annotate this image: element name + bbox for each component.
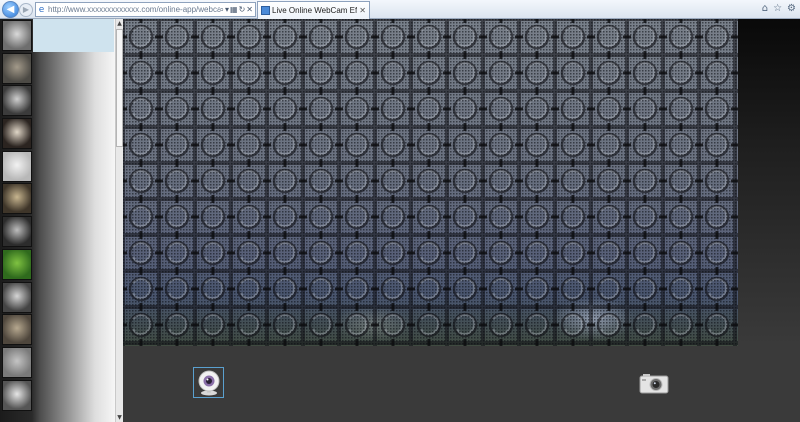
effect-thumbnail-green[interactable] [2, 248, 32, 280]
browser-toolbar: ◀ ▶ e http://www.xxxxxxxxxxxxx.com/onlin… [0, 0, 800, 19]
effect-thumbnail-stripes[interactable] [2, 118, 32, 150]
scroll-down-icon[interactable]: ▼ [116, 413, 123, 422]
effect-thumbnail-koala-mono[interactable] [2, 281, 32, 313]
effect-thumbnail-koala-blur[interactable] [2, 314, 32, 346]
effect-thumbnail-spiral[interactable] [2, 85, 32, 117]
effect-thumbnail-list [2, 20, 32, 412]
site-icon: e [38, 4, 45, 15]
effect-thumbnail-koala-dark[interactable] [2, 216, 32, 248]
tab-close-icon[interactable]: ✕ [359, 6, 366, 15]
effect-thumbnail-koala-texture[interactable] [2, 52, 32, 84]
dropdown-icon[interactable]: ▾ [225, 5, 229, 15]
back-button[interactable]: ◀ [2, 1, 19, 18]
forward-button[interactable]: ▶ [19, 3, 33, 17]
tab-title: Live Online WebCam Eff... [272, 6, 358, 15]
browser-tab[interactable]: Live Online WebCam Eff... ✕ [257, 1, 370, 19]
back-icon: ◀ [6, 3, 15, 15]
home-icon[interactable]: ⌂ [762, 3, 768, 14]
scroll-up-icon[interactable]: ▲ [116, 19, 123, 28]
effect-thumbnail-koala[interactable] [2, 20, 32, 51]
tab-favicon [261, 6, 270, 15]
sidebar-scrollbar[interactable]: ▲ ▼ [115, 19, 123, 422]
webcam-icon [198, 370, 219, 395]
search-icon[interactable]: ⌕ [220, 5, 224, 15]
webcam-video-preview [123, 19, 738, 346]
address-url[interactable]: http://www.xxxxxxxxxxxxx.com/online-app/… [47, 5, 220, 14]
compat-icon[interactable]: ▦ [230, 5, 238, 15]
video-side-panel [738, 19, 800, 346]
snapshot-button[interactable] [638, 372, 670, 394]
effects-sidebar: ▲ ▼ [0, 19, 123, 422]
camera-icon [639, 373, 669, 393]
refresh-icon[interactable]: ↻ [239, 5, 246, 15]
stop-icon[interactable]: ✕ [246, 5, 253, 15]
forward-icon: ▶ [22, 5, 30, 14]
selected-effect-highlight [33, 19, 114, 52]
tools-icon[interactable]: ⚙ [787, 3, 796, 14]
effect-thumbnail-emboss[interactable] [2, 346, 32, 378]
webcam-button[interactable] [193, 367, 224, 398]
effect-thumbnail-white-blur[interactable] [2, 150, 32, 182]
favorites-icon[interactable]: ☆ [773, 3, 782, 14]
scrollbar-thumb[interactable] [116, 29, 123, 147]
address-bar[interactable]: e http://www.xxxxxxxxxxxxx.com/online-ap… [35, 2, 256, 17]
main-area [123, 19, 800, 422]
video-pattern [123, 19, 738, 346]
controls-bar [123, 346, 800, 422]
effect-thumbnail-koala-sketch[interactable] [2, 379, 32, 411]
effect-thumbnail-koala-color[interactable] [2, 183, 32, 215]
